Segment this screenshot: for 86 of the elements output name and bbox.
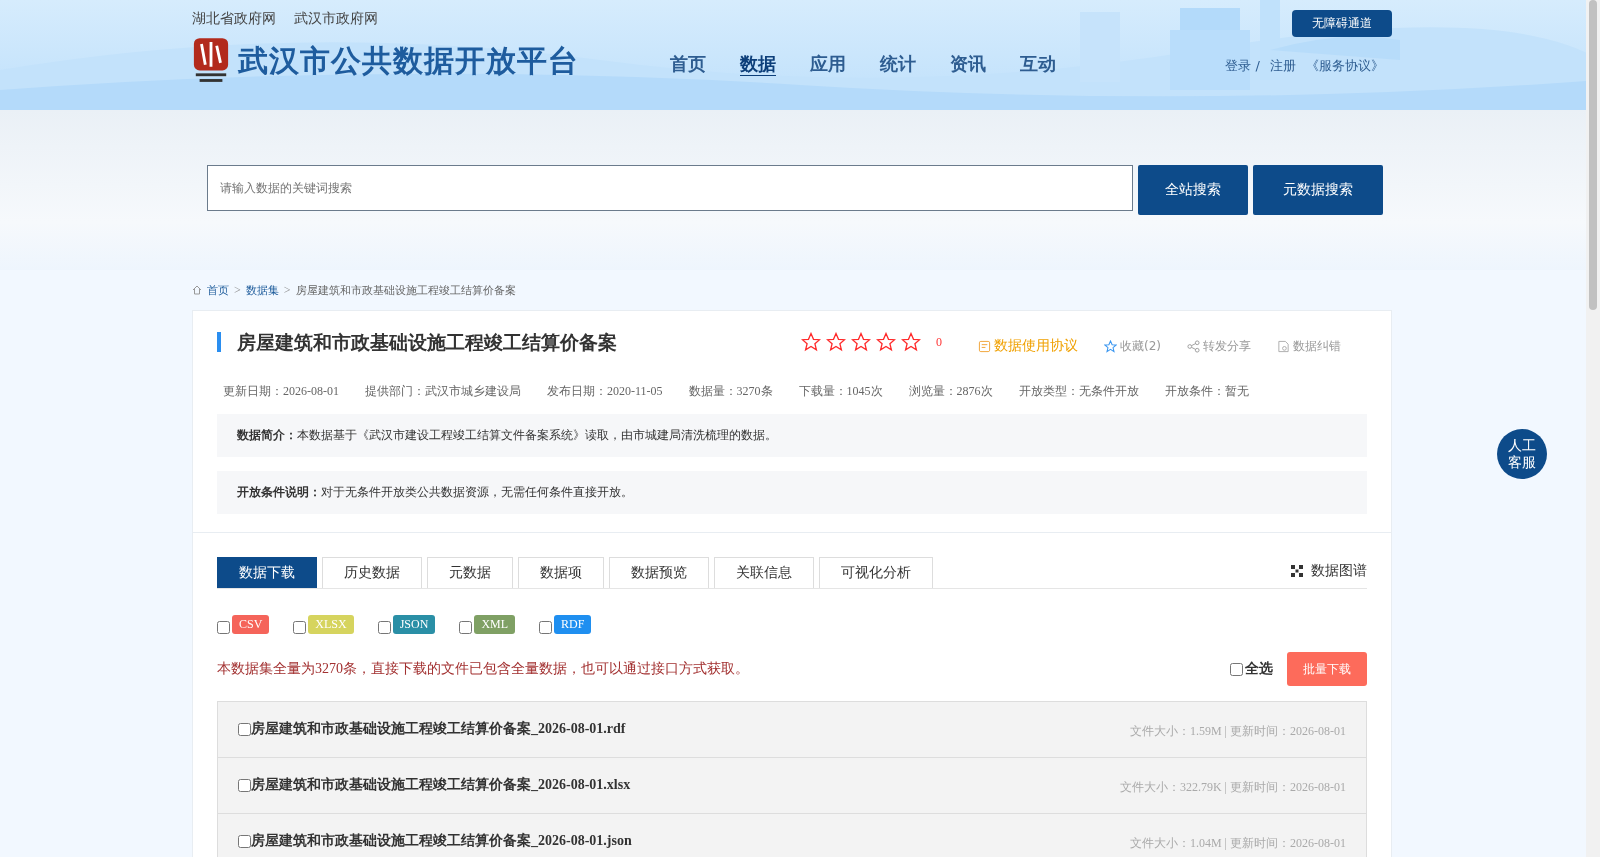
action-label: 转发分享 — [1203, 337, 1251, 355]
logo-icon — [192, 38, 230, 84]
file-name: 房屋建筑和市政基础设施工程竣工结算价备案_2026-08-01.json — [251, 832, 632, 850]
file-checkbox[interactable] — [238, 723, 251, 736]
meta-item: 更新日期：2026-08-01 — [223, 383, 339, 400]
agreement-link[interactable]: 《服务协议》 — [1306, 57, 1384, 75]
tab[interactable]: 数据预览 — [609, 557, 709, 588]
meta-item: 数据量：3270条 — [688, 383, 773, 400]
top-link[interactable]: 武汉市政府网 — [294, 10, 378, 28]
format-tag: RDF — [554, 615, 592, 634]
tab[interactable]: 数据下载 — [217, 557, 317, 588]
nav-item[interactable]: 互动 — [1020, 52, 1056, 76]
tab[interactable]: 元数据 — [427, 557, 513, 588]
rating-count: 0 — [936, 334, 942, 350]
breadcrumb-link[interactable]: 数据集 — [245, 282, 279, 298]
format-checkbox[interactable] — [539, 621, 553, 634]
star-icon — [901, 332, 921, 352]
nav-item[interactable]: 应用 — [810, 52, 846, 76]
file-info: 文件大小：1.59M | 更新时间：2026-08-01 — [1129, 723, 1346, 740]
meta-item: 开放条件：暂无 — [1164, 383, 1249, 400]
star-icon — [826, 332, 846, 352]
graph-label: 数据图谱 — [1311, 562, 1367, 580]
star-icon — [1104, 339, 1117, 353]
document-icon — [1277, 339, 1290, 353]
star-icon — [876, 332, 896, 352]
meta-item: 下载量：1045次 — [798, 383, 883, 400]
search-field[interactable]: 请输入数据的关键词搜索 — [207, 165, 1133, 211]
tab[interactable]: 关联信息 — [714, 557, 814, 588]
nav-item[interactable]: 统计 — [880, 52, 916, 76]
login-link[interactable]: 登录 / — [1225, 57, 1260, 75]
format-tag: CSV — [232, 615, 270, 634]
tab[interactable]: 可视化分析 — [819, 557, 933, 588]
file-checkbox[interactable] — [238, 835, 251, 848]
action-label: 数据使用协议 — [994, 337, 1078, 355]
search-button[interactable]: 全站搜索 — [1138, 165, 1248, 215]
tab[interactable]: 历史数据 — [322, 557, 422, 588]
nav-item[interactable]: 首页 — [670, 52, 706, 76]
format-checkbox[interactable] — [459, 621, 473, 634]
site-title: 武汉市公共数据开放平台 — [238, 41, 579, 80]
file-checkbox[interactable] — [238, 779, 251, 792]
format-checkbox[interactable] — [217, 621, 230, 634]
home-icon — [192, 285, 202, 295]
select-all-label: 全选 — [1245, 660, 1273, 678]
file-row[interactable]: 房屋建筑和市政基础设施工程竣工结算价备案_2026-08-01.rdf 文件大小：1.59M | 更新时间：2026-08-01 — [218, 702, 1366, 758]
file-name: 房屋建筑和市政基础设施工程竣工结算价备案_2026-08-01.xlsx — [251, 776, 631, 794]
star-icon — [801, 332, 821, 352]
nav-item[interactable]: 数据 — [740, 52, 776, 76]
share-icon — [1187, 339, 1200, 353]
action-label: 收藏(2) — [1120, 337, 1161, 355]
file-name: 房屋建筑和市政基础设施工程竣工结算价备案_2026-08-01.rdf — [251, 720, 626, 738]
document-icon — [978, 339, 991, 353]
format-checkbox[interactable] — [377, 621, 391, 634]
meta-item: 浏览量：2876次 — [908, 383, 993, 400]
scrollbar[interactable] — [1586, 0, 1600, 857]
search-button[interactable]: 元数据搜索 — [1253, 165, 1383, 215]
file-row[interactable]: 房屋建筑和市政基础设施工程竣工结算价备案_2026-08-01.json 文件大小：1.04M | 更新时间：2026-08-01 — [218, 814, 1366, 857]
graph-icon — [1291, 565, 1303, 577]
format-tag: XML — [474, 615, 516, 634]
nav-item[interactable]: 资讯 — [950, 52, 986, 76]
graph-link[interactable]: 数据图谱 — [1291, 562, 1367, 588]
format-tag: XLSX — [308, 615, 354, 634]
register-link[interactable]: 注册 — [1270, 57, 1296, 75]
breadcrumb-separator: > — [234, 282, 241, 298]
customer-service-button[interactable]: 人工客服 — [1497, 429, 1547, 479]
note-text: 数据简介：本数据基于《武汉市建设工程竣工结算文件备案系统》读取，由市城建局清洗梳理的数据。 — [237, 427, 778, 444]
star-icon — [851, 332, 871, 352]
action-label: 数据纠错 — [1293, 337, 1341, 355]
breadcrumb-link[interactable]: 首页 — [207, 282, 229, 298]
top-link[interactable]: 湖北省政府网 — [192, 10, 276, 28]
file-info: 文件大小：322.79K | 更新时间：2026-08-01 — [1119, 779, 1346, 796]
notice-text: 本数据集全量为3270条，直接下载的文件已包含全量数据，也可以通过接口方式获取。 — [217, 660, 749, 678]
select-all-checkbox[interactable] — [1230, 662, 1243, 676]
star-rating[interactable]: 0 — [801, 332, 942, 352]
tab[interactable]: 数据项 — [518, 557, 604, 588]
format-tag: JSON — [392, 615, 436, 634]
format-checkbox[interactable] — [293, 621, 307, 634]
meta-item: 发布日期：2020-11-05 — [547, 383, 663, 400]
breadcrumb-separator: > — [283, 282, 291, 298]
meta-item: 提供部门：武汉市城乡建设局 — [365, 383, 521, 400]
dataset-title: 房屋建筑和市政基础设施工程竣工结算价备案 — [217, 332, 617, 352]
page-title-text: 房屋建筑和市政基础设施工程竣工结算价备案 — [295, 282, 516, 298]
file-info: 文件大小：1.04M | 更新时间：2026-08-01 — [1129, 835, 1346, 852]
note-text: 开放条件说明：对于无条件开放类公共数据资源，无需任何条件直接开放。 — [237, 484, 634, 501]
meta-item: 开放类型：无条件开放 — [1018, 383, 1139, 400]
file-row[interactable]: 房屋建筑和市政基础设施工程竣工结算价备案_2026-08-01.xlsx 文件大小：322.79K | 更新时间：2026-08-01 — [218, 758, 1366, 814]
accessibility-button[interactable]: 无障碍通道 — [1292, 10, 1392, 37]
